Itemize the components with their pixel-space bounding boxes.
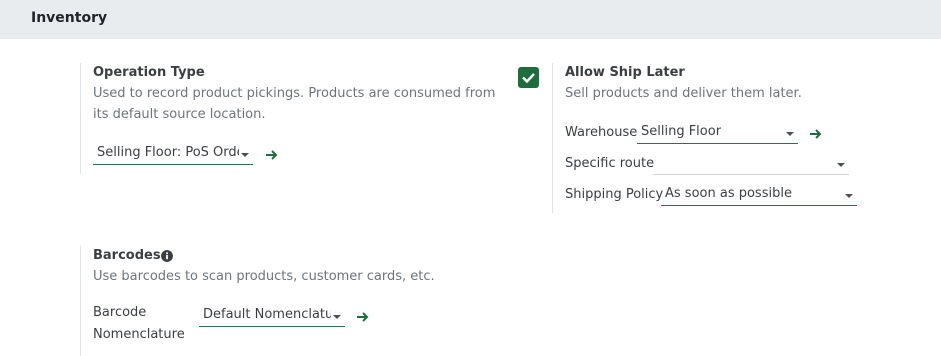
barcode-nomenclature-label-2: Nomenclature	[93, 327, 185, 342]
warehouse-select[interactable]: Selling Floor	[637, 124, 798, 144]
operation-type-select[interactable]: Selling Floor: PoS Orde	[93, 145, 253, 165]
info-icon[interactable]	[161, 250, 173, 262]
specific-route-select[interactable]	[653, 155, 849, 175]
caret-down-icon	[786, 132, 794, 136]
shipping-policy-select[interactable]: As soon as possible	[661, 186, 857, 206]
caret-down-icon	[241, 153, 249, 157]
allow-ship-later-description: Sell products and deliver them later.	[565, 86, 802, 101]
warehouse-label: Warehouse	[565, 125, 638, 140]
section-header: Inventory	[0, 0, 941, 39]
caret-down-icon	[837, 163, 845, 167]
arrow-right-icon[interactable]	[356, 311, 370, 323]
caret-down-icon	[845, 194, 853, 198]
arrow-right-icon[interactable]	[809, 128, 823, 140]
setting-barcodes: Barcodes Use barcodes to scan products, …	[80, 246, 500, 356]
barcode-nomenclature-label-1: Barcode	[93, 305, 147, 320]
shipping-policy-label: Shipping Policy	[565, 187, 664, 202]
operation-type-description-2: its default source location.	[93, 107, 266, 122]
check-icon	[522, 73, 535, 84]
barcodes-description: Use barcodes to scan products, customer …	[93, 269, 435, 284]
caret-down-icon	[333, 315, 341, 319]
allow-ship-later-title: Allow Ship Later	[565, 65, 685, 80]
section-title: Inventory	[31, 10, 108, 26]
specific-route-label: Specific route	[565, 156, 655, 171]
setting-operation-type: Operation Type Used to record product pi…	[80, 63, 500, 174]
operation-type-title: Operation Type	[93, 65, 205, 80]
barcodes-title: Barcodes	[93, 248, 161, 263]
setting-allow-ship-later: Allow Ship Later Sell products and deliv…	[552, 63, 882, 213]
operation-type-description-1: Used to record product pickings. Product…	[93, 86, 496, 101]
arrow-right-icon[interactable]	[265, 149, 279, 161]
barcode-nomenclature-value: Default Nomenclatu	[203, 307, 331, 322]
warehouse-value: Selling Floor	[641, 124, 722, 139]
allow-ship-later-checkbox[interactable]	[518, 67, 539, 88]
barcode-nomenclature-select[interactable]: Default Nomenclatu	[199, 307, 345, 327]
shipping-policy-value: As soon as possible	[665, 186, 792, 201]
operation-type-value: Selling Floor: PoS Orde	[97, 145, 239, 160]
